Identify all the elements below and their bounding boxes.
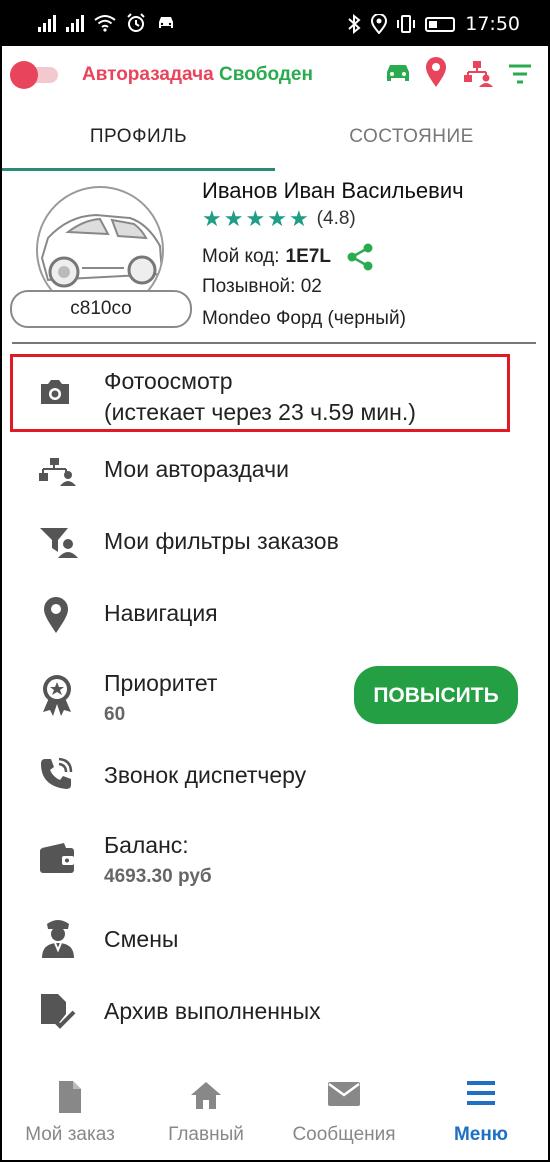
star-icon: ★ [202, 206, 222, 231]
location-icon [371, 14, 388, 34]
envelope-icon [328, 1082, 360, 1106]
chauffeur-icon [42, 920, 74, 958]
star-icon: ★ [288, 206, 309, 231]
menu-item-navigation[interactable]: Навигация [2, 586, 548, 646]
wallet-icon [40, 843, 74, 873]
tab-indicator [2, 168, 275, 171]
hierarchy-users-icon[interactable] [462, 60, 494, 88]
star-icon: ★ [223, 206, 244, 231]
driver-name: Иванов Иван Васильевич [202, 178, 464, 203]
hierarchy-users-icon [39, 458, 76, 486]
menu-label: Мои автораздачи [104, 456, 289, 482]
menu-label: Архив выполненных [104, 998, 321, 1024]
rating-value: (4.8) [316, 208, 356, 229]
bluetooth-icon [348, 14, 361, 34]
location-pin-icon[interactable] [424, 56, 448, 88]
menu-icon [467, 1081, 495, 1105]
filter-user-icon [40, 528, 78, 558]
app-title: Авторазадача Свободен [82, 64, 313, 86]
nav-label: Сообщения [292, 1124, 396, 1145]
nav-menu[interactable]: Меню [414, 1068, 548, 1160]
share-icon[interactable] [345, 242, 375, 272]
code-label: Мой код: [202, 246, 280, 267]
code-value: 1E7L [285, 246, 331, 267]
signal-icon [66, 14, 84, 32]
menu-label: Звонок диспетчеру [104, 762, 307, 788]
driver-code: Мой код: 1E7L [202, 242, 375, 272]
balance-value: 4693.30 руб [104, 866, 212, 887]
rating: ★ ★ ★ ★ ★ (4.8) [202, 208, 356, 230]
divider [12, 342, 536, 344]
menu-label: Мои фильтры заказов [104, 528, 339, 554]
nav-messages[interactable]: Сообщения [274, 1068, 414, 1160]
star-icon: ★ [245, 206, 266, 231]
menu-item-archive[interactable]: Архив выполненных [2, 982, 548, 1042]
wifi-icon [94, 15, 116, 32]
nav-my-order[interactable]: Мой заказ [2, 1068, 138, 1160]
menu-label: Баланс: [104, 832, 189, 858]
app-title-prefix: Авторазадача [82, 64, 214, 85]
menu-item-shifts[interactable]: Смены [2, 910, 548, 970]
camera-icon [41, 380, 69, 404]
menu-label: Приоритет [104, 670, 218, 696]
phone-call-icon [41, 757, 73, 789]
nav-label: Меню [453, 1124, 509, 1145]
filter-icon[interactable] [508, 64, 532, 84]
battery-icon [425, 16, 456, 32]
alarm-icon [127, 13, 145, 32]
vibrate-icon [397, 15, 416, 33]
menu-label: Фотоосмотр [104, 368, 233, 394]
license-plate: с810со [10, 290, 192, 328]
menu-label: Смены [104, 926, 179, 952]
menu-item-my-auto-dispatch[interactable]: Мои автораздачи [2, 442, 548, 502]
priority-value: 60 [104, 704, 126, 725]
menu-item-balance[interactable]: Баланс: 4693.30 руб [2, 824, 548, 894]
menu-item-order-filters[interactable]: Мои фильтры заказов [2, 514, 548, 574]
car-icon[interactable] [384, 60, 412, 86]
home-icon [191, 1082, 221, 1109]
car-model: Mondeo Форд (черный) [202, 308, 406, 329]
tab-bar: ПРОФИЛЬ СОСТОЯНИЕ [2, 104, 548, 174]
nav-label: Главный [168, 1124, 244, 1145]
app-bar: Авторазадача Свободен [2, 46, 548, 104]
car-icon [159, 17, 173, 28]
driver-status: Свободен [219, 64, 313, 85]
menu-label: Навигация [104, 600, 218, 626]
document-icon [59, 1081, 81, 1113]
menu-item-call-dispatcher[interactable]: Звонок диспетчеру [2, 746, 548, 806]
profile-card: с810со Иванов Иван Васильевич ★ ★ ★ ★ ★ … [2, 172, 548, 342]
nav-label: Мой заказ [25, 1124, 115, 1145]
star-icon: ★ [267, 206, 287, 231]
nav-home[interactable]: Главный [138, 1068, 274, 1160]
call-sign: Позывной: 02 [202, 276, 322, 297]
status-bar: 17:50 [2, 2, 548, 46]
status-time: 17:50 [465, 13, 520, 35]
tab-state[interactable]: СОСТОЯНИЕ [275, 104, 548, 170]
availability-toggle[interactable] [10, 61, 60, 89]
signal-icon [38, 14, 56, 32]
location-pin-icon [44, 597, 68, 633]
menu-item-photo-inspection[interactable]: Фотоосмотр (истекает через 23 ч.59 мин.) [2, 354, 548, 432]
bottom-navigation: Мой заказ Главный Сообщения Меню [2, 1068, 548, 1160]
document-check-icon [41, 994, 76, 1029]
tab-profile[interactable]: ПРОФИЛЬ [2, 104, 275, 170]
app-screen: 17:50 Авторазадача Свободен ПРОФИЛЬ СОСТ… [2, 2, 548, 1160]
award-badge-icon [43, 675, 71, 716]
menu-sublabel: (истекает через 23 ч.59 мин.) [104, 399, 416, 425]
raise-priority-button[interactable]: ПОВЫСИТЬ [354, 666, 518, 724]
